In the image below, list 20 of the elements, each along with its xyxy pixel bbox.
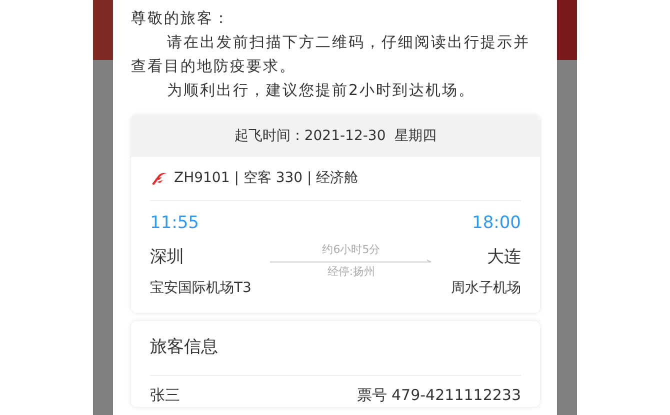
salutation: 尊敬的旅客： bbox=[131, 8, 231, 29]
notice-paragraph: 请在出发前扫描下方二维码，仔细阅读出行提示并查看目的地防疫要求。 bbox=[131, 32, 531, 77]
arrival-city: 大连 bbox=[487, 246, 521, 268]
arrival-airport: 周水子机场 bbox=[451, 279, 521, 298]
departure-city: 深圳 bbox=[150, 246, 185, 268]
departure-time: 11:55 bbox=[150, 212, 200, 235]
passenger-name: 张三 bbox=[150, 385, 180, 406]
stopover: 经停:扬州 bbox=[327, 264, 376, 280]
section-title: 旅客信息 bbox=[150, 336, 218, 360]
flight-summary: ZH9101 | 空客 330 | 经济舱 bbox=[174, 169, 358, 188]
header-bar bbox=[93, 0, 113, 60]
ticket-number: 票号 479-4211112233 bbox=[356, 385, 521, 406]
departure-airport: 宝安国际机场T3 bbox=[150, 279, 252, 298]
airline-logo-icon bbox=[150, 170, 168, 186]
notice-paragraph: 为顺利出行，建议您提前2小时到达机场。 bbox=[166, 80, 476, 101]
header-bar bbox=[557, 0, 577, 60]
departure-date: 起飞时间：2021-12-30 星期四 bbox=[234, 126, 437, 146]
route-arrow-icon bbox=[270, 258, 432, 264]
arrival-time: 18:00 bbox=[472, 212, 521, 235]
flight-duration: 约6小时5分 bbox=[322, 242, 380, 258]
